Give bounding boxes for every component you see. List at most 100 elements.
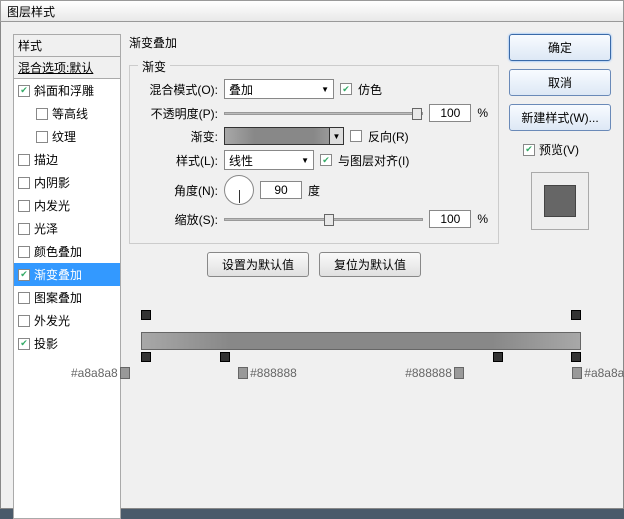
- style-checkbox[interactable]: ✔: [18, 269, 30, 281]
- color-chip-icon: [238, 367, 248, 379]
- opacity-stop[interactable]: [571, 310, 581, 320]
- reverse-checkbox[interactable]: [350, 130, 362, 142]
- angle-input[interactable]: 90: [260, 181, 302, 199]
- make-default-button[interactable]: 设置为默认值: [207, 252, 309, 277]
- dialog-body: 样式 混合选项:默认 ✔斜面和浮雕等高线纹理描边内阴影内发光光泽颜色叠加✔渐变叠…: [0, 22, 624, 509]
- style-label: 斜面和浮雕: [34, 82, 94, 99]
- opacity-unit: %: [477, 106, 488, 120]
- style-item[interactable]: 内阴影: [14, 171, 120, 194]
- gradient-track[interactable]: [141, 332, 581, 350]
- hex-label: #888888: [405, 366, 452, 380]
- group-title: 渐变: [138, 58, 170, 75]
- blend-mode-select[interactable]: 叠加 ▼: [224, 79, 334, 99]
- style-checkbox[interactable]: [18, 200, 30, 212]
- dither-checkbox[interactable]: ✔: [340, 83, 352, 95]
- style-label: 外发光: [34, 312, 70, 329]
- gradient-group: 渐变 混合模式(O): 叠加 ▼ ✔ 仿色 不透明度(P): 100 % 渐变:…: [129, 65, 499, 244]
- color-stop[interactable]: [493, 352, 503, 362]
- gradient-label: 渐变:: [140, 128, 218, 145]
- style-label: 投影: [34, 335, 58, 352]
- window-title: 图层样式: [7, 3, 55, 20]
- color-stop[interactable]: [141, 352, 151, 362]
- right-panel: 确定 取消 新建样式(W)... ✔ 预览(V): [509, 34, 611, 230]
- opacity-stop[interactable]: [141, 310, 151, 320]
- style-item[interactable]: 图案叠加: [14, 286, 120, 309]
- titlebar: 图层样式: [0, 0, 624, 22]
- opacity-slider[interactable]: [224, 112, 423, 115]
- style-item[interactable]: 颜色叠加: [14, 240, 120, 263]
- style-checkbox[interactable]: [18, 223, 30, 235]
- reset-default-button[interactable]: 复位为默认值: [319, 252, 421, 277]
- style-label: 等高线: [52, 105, 88, 122]
- align-checkbox[interactable]: ✔: [320, 154, 332, 166]
- style-checkbox[interactable]: ✔: [18, 338, 30, 350]
- style-label: 内阴影: [34, 174, 70, 191]
- hex-label: #a8a8a8: [584, 366, 624, 380]
- style-item[interactable]: 光泽: [14, 217, 120, 240]
- hex-label: #a8a8a8: [71, 366, 118, 380]
- style-label: 渐变叠加: [34, 266, 82, 283]
- opacity-input[interactable]: 100: [429, 104, 471, 122]
- blend-mode-label: 混合模式(O):: [140, 81, 218, 98]
- color-chip-icon: [120, 367, 130, 379]
- color-stops: [141, 350, 581, 362]
- preview-label: 预览(V): [539, 141, 579, 158]
- preview-checkbox[interactable]: ✔: [523, 144, 535, 156]
- style-checkbox[interactable]: [36, 108, 48, 120]
- hex-label: #888888: [250, 366, 297, 380]
- style-item[interactable]: 纹理: [14, 125, 120, 148]
- chevron-down-icon[interactable]: ▼: [329, 128, 343, 144]
- color-chip-icon: [454, 367, 464, 379]
- angle-dial[interactable]: [224, 175, 254, 205]
- style-label: 光泽: [34, 220, 58, 237]
- scale-input[interactable]: 100: [429, 210, 471, 228]
- style-item[interactable]: ✔ 投影: [14, 332, 120, 355]
- cancel-button[interactable]: 取消: [509, 69, 611, 96]
- gradient-picker[interactable]: ▼: [224, 127, 344, 145]
- style-checkbox[interactable]: [18, 292, 30, 304]
- preview-swatch: [531, 172, 589, 230]
- style-checkbox[interactable]: ✔: [18, 85, 30, 97]
- chevron-down-icon: ▼: [321, 85, 329, 94]
- style-checkbox[interactable]: [18, 315, 30, 327]
- style-item[interactable]: 描边: [14, 148, 120, 171]
- styles-panel: 样式 混合选项:默认 ✔ 斜面和浮雕等高线纹理描边内阴影内发光光泽颜色叠加 ✔ 渐变叠…: [13, 34, 121, 519]
- new-style-button[interactable]: 新建样式(W)...: [509, 104, 611, 131]
- scale-unit: %: [477, 212, 488, 226]
- ok-button[interactable]: 确定: [509, 34, 611, 61]
- style-label: 纹理: [52, 128, 76, 145]
- color-chip-icon: [572, 367, 582, 379]
- blend-options-default[interactable]: 混合选项:默认: [13, 57, 121, 79]
- style-item[interactable]: 外发光: [14, 309, 120, 332]
- angle-unit: 度: [308, 182, 320, 199]
- color-stop[interactable]: [571, 352, 581, 362]
- panel-title: 渐变叠加: [129, 34, 499, 51]
- align-label: 与图层对齐(I): [338, 152, 409, 169]
- chevron-down-icon: ▼: [301, 156, 309, 165]
- gradient-editor: #a8a8a8 #888888 #888888 #a8a8a8: [141, 310, 581, 380]
- style-label: 图案叠加: [34, 289, 82, 306]
- opacity-stops: [141, 310, 581, 322]
- reverse-label: 反向(R): [368, 128, 409, 145]
- style-label: 样式(L):: [140, 152, 218, 169]
- style-select[interactable]: 线性 ▼: [224, 150, 314, 170]
- gradient-overlay-panel: 渐变叠加 渐变 混合模式(O): 叠加 ▼ ✔ 仿色 不透明度(P): 100 …: [129, 34, 499, 277]
- dither-label: 仿色: [358, 81, 382, 98]
- style-item[interactable]: 内发光: [14, 194, 120, 217]
- color-stop[interactable]: [220, 352, 230, 362]
- scale-label: 缩放(S):: [140, 211, 218, 228]
- style-item[interactable]: ✔ 渐变叠加: [14, 263, 120, 286]
- scale-slider[interactable]: [224, 218, 423, 221]
- style-label: 描边: [34, 151, 58, 168]
- styles-list: ✔ 斜面和浮雕等高线纹理描边内阴影内发光光泽颜色叠加 ✔ 渐变叠加图案叠加外发光 ✔ 投影: [13, 79, 121, 519]
- style-checkbox[interactable]: [18, 177, 30, 189]
- styles-header: 样式: [13, 34, 121, 57]
- style-item[interactable]: ✔ 斜面和浮雕: [14, 79, 120, 102]
- style-checkbox[interactable]: [36, 131, 48, 143]
- style-item[interactable]: 等高线: [14, 102, 120, 125]
- opacity-label: 不透明度(P):: [140, 105, 218, 122]
- style-checkbox[interactable]: [18, 154, 30, 166]
- style-label: 颜色叠加: [34, 243, 82, 260]
- style-checkbox[interactable]: [18, 246, 30, 258]
- angle-label: 角度(N):: [140, 182, 218, 199]
